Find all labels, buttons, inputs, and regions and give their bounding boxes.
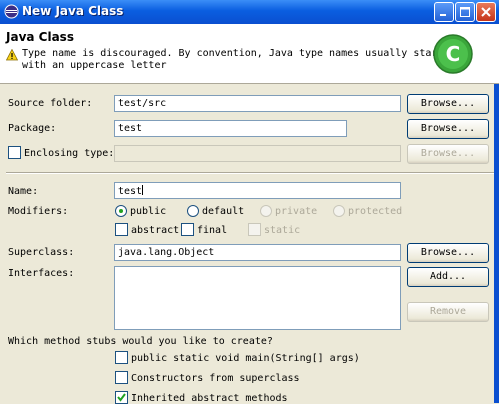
warning-icon bbox=[6, 49, 18, 61]
source-folder-browse-button[interactable]: Browse... bbox=[407, 94, 489, 114]
add-interface-button[interactable]: Add... bbox=[407, 267, 489, 287]
name-input[interactable]: test bbox=[114, 182, 401, 199]
maximize-button[interactable] bbox=[455, 2, 475, 22]
abstract-checkbox[interactable] bbox=[115, 223, 128, 236]
static-label: static bbox=[264, 225, 301, 236]
enclosing-type-input[interactable] bbox=[114, 145, 401, 162]
enclosing-type-checkbox[interactable] bbox=[8, 146, 21, 159]
enclosing-type-label: Enclosing type: bbox=[24, 148, 115, 159]
maximize-icon bbox=[460, 7, 470, 17]
class-logo-icon: C bbox=[433, 34, 473, 74]
interfaces-list[interactable] bbox=[114, 266, 401, 330]
title-bar[interactable]: New Java Class bbox=[0, 0, 499, 24]
close-icon bbox=[481, 7, 491, 17]
modifiers-label: Modifiers: bbox=[8, 206, 69, 217]
close-button[interactable] bbox=[476, 2, 496, 22]
final-checkbox[interactable] bbox=[181, 223, 194, 236]
eclipse-icon bbox=[4, 4, 19, 19]
text-cursor bbox=[142, 185, 144, 195]
source-folder-input[interactable]: test/src bbox=[114, 95, 401, 112]
main-method-checkbox[interactable] bbox=[115, 351, 128, 364]
remove-interface-button[interactable]: Remove bbox=[407, 302, 489, 322]
default-label: default bbox=[202, 206, 245, 217]
private-label: private bbox=[275, 206, 318, 217]
window-title: New Java Class bbox=[22, 4, 124, 18]
superclass-label: Superclass: bbox=[8, 247, 75, 258]
minimize-button[interactable] bbox=[434, 2, 454, 22]
package-input[interactable]: test bbox=[114, 120, 347, 137]
stubs-question: Which method stubs would you like to cre… bbox=[8, 336, 273, 347]
final-label: final bbox=[197, 225, 228, 236]
abstract-label: abstract bbox=[131, 225, 180, 236]
superclass-browse-button[interactable]: Browse... bbox=[407, 243, 489, 263]
header-message-line2: with an uppercase letter bbox=[22, 60, 167, 71]
package-label: Package: bbox=[8, 123, 57, 134]
static-checkbox[interactable] bbox=[248, 223, 261, 236]
separator bbox=[6, 172, 494, 174]
source-folder-label: Source folder: bbox=[8, 98, 93, 109]
inherited-methods-checkbox[interactable] bbox=[115, 391, 128, 404]
wizard-header: Java Class Type name is discouraged. By … bbox=[0, 24, 499, 84]
checkmark-icon bbox=[117, 393, 126, 402]
window-frame-edge bbox=[494, 84, 499, 403]
name-label: Name: bbox=[8, 186, 39, 197]
interfaces-label: Interfaces: bbox=[8, 268, 75, 279]
enclosing-type-browse-button[interactable]: Browse... bbox=[407, 144, 489, 164]
page-title: Java Class bbox=[6, 30, 74, 44]
superclass-input[interactable]: java.lang.Object bbox=[114, 244, 401, 261]
inherited-methods-label: Inherited abstract methods bbox=[131, 393, 288, 404]
logo-letter: C bbox=[446, 42, 461, 66]
header-message: Type name is discouraged. By convention,… bbox=[22, 48, 443, 72]
header-message-line1: Type name is discouraged. By convention,… bbox=[22, 48, 444, 59]
public-radio[interactable] bbox=[115, 205, 127, 217]
protected-radio[interactable] bbox=[333, 205, 345, 217]
constructors-checkbox[interactable] bbox=[115, 371, 128, 384]
package-browse-button[interactable]: Browse... bbox=[407, 119, 489, 139]
public-label: public bbox=[130, 206, 167, 217]
main-method-label: public static void main(String[] args) bbox=[131, 353, 360, 364]
default-radio[interactable] bbox=[187, 205, 199, 217]
name-value: test bbox=[118, 186, 143, 197]
protected-label: protected bbox=[348, 206, 403, 217]
minimize-icon bbox=[440, 14, 446, 16]
constructors-label: Constructors from superclass bbox=[131, 373, 300, 384]
private-radio[interactable] bbox=[260, 205, 272, 217]
